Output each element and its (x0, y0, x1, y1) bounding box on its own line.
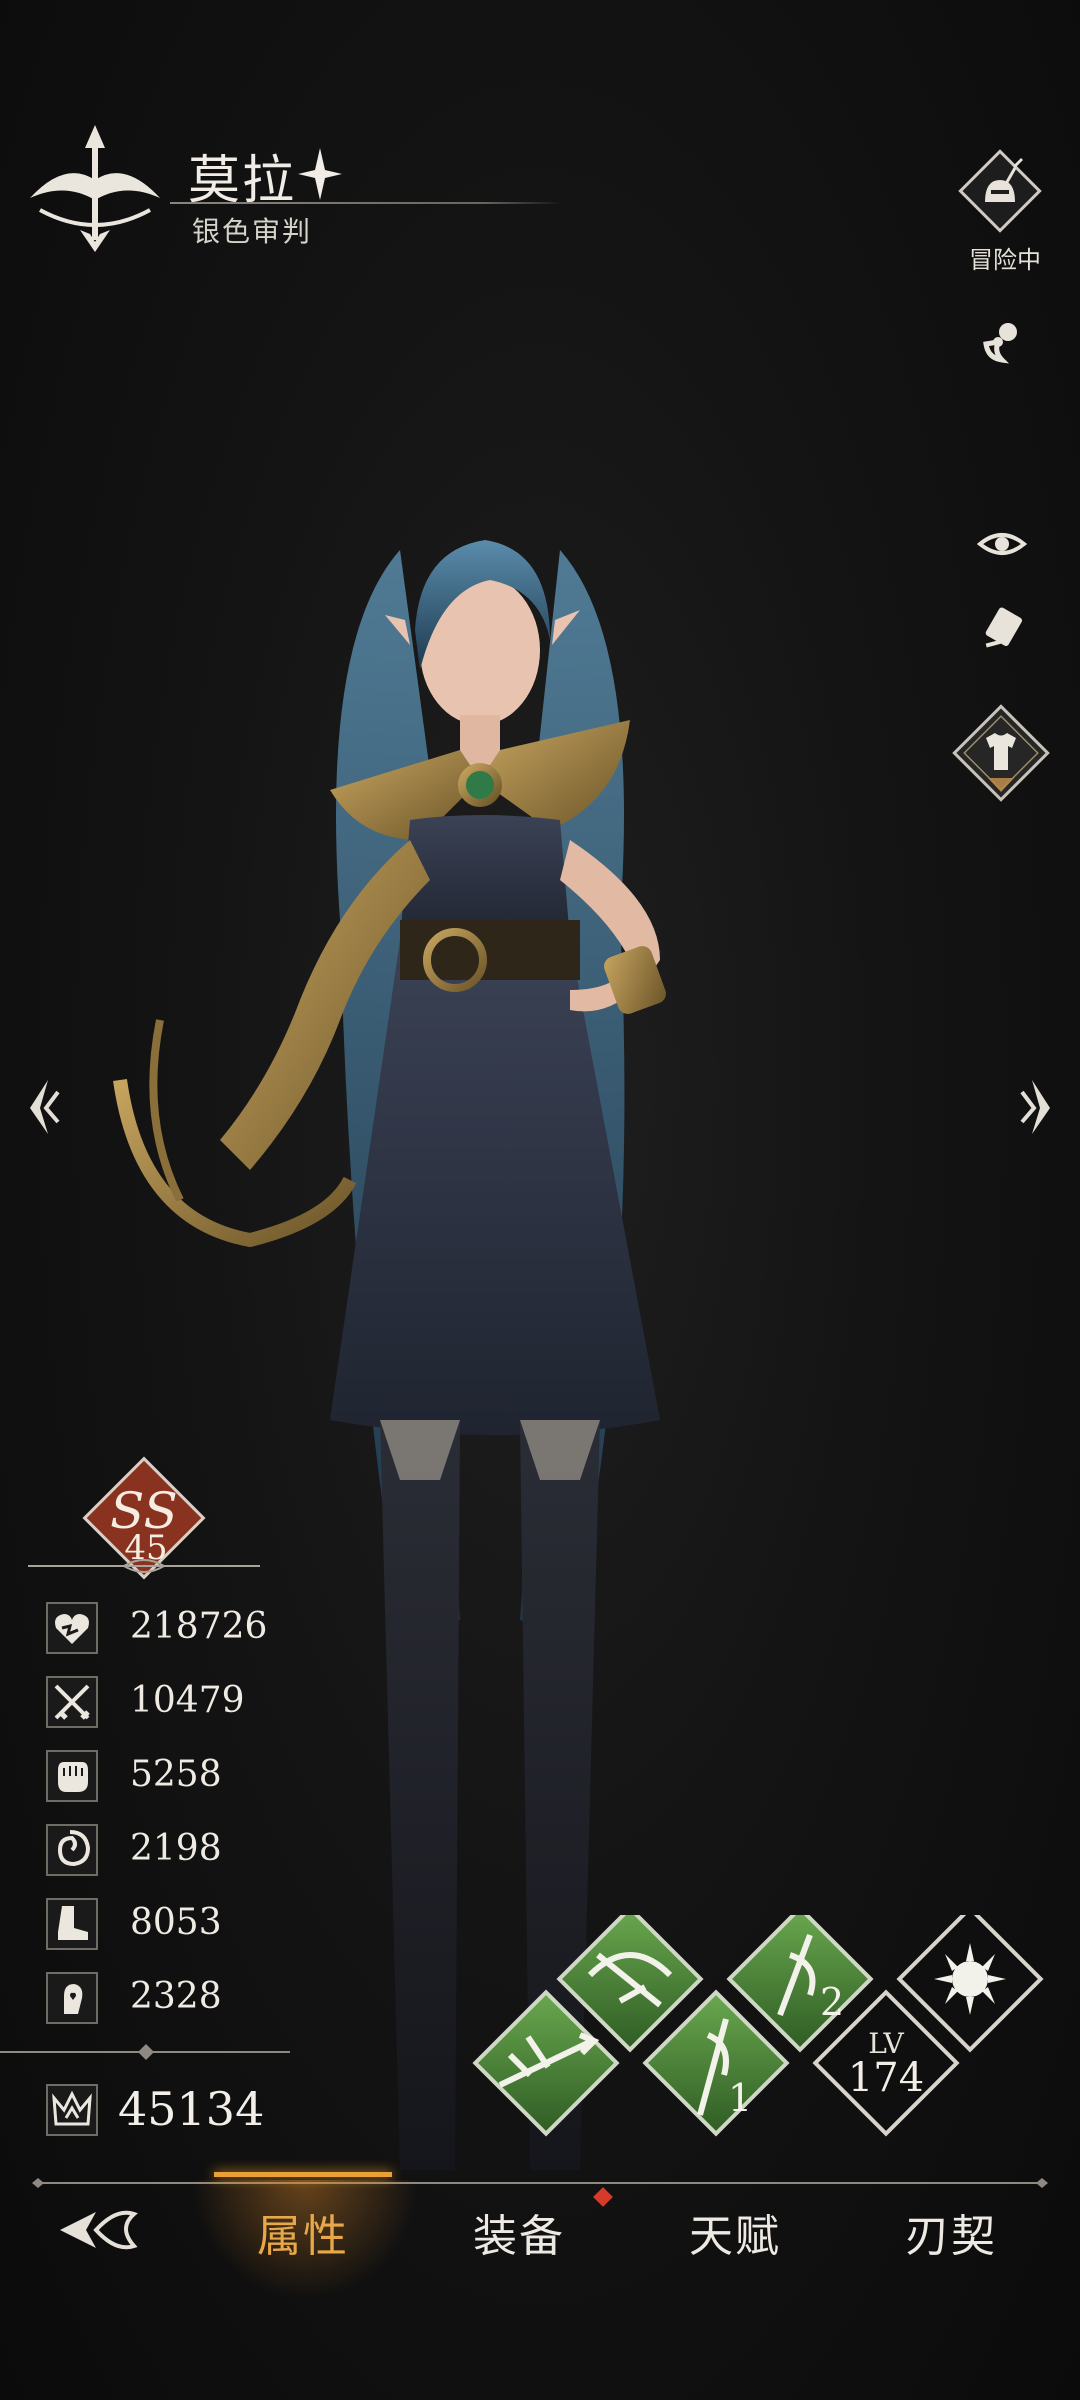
grade-ornament (28, 1559, 260, 1573)
tab-blade-pact[interactable]: 刃契 (862, 2200, 1040, 2270)
stat-row-hp: 218726 (46, 1598, 366, 1658)
power-divider (0, 2044, 290, 2060)
pacifier-icon[interactable] (972, 312, 1032, 372)
bottom-nav-divider (32, 2178, 1048, 2188)
hand-heart-icon (46, 1972, 98, 2024)
star-icon (298, 148, 342, 200)
stat-value: 218726 (130, 1606, 268, 1647)
stat-row-heal: 2328 (46, 1968, 366, 2028)
next-character-arrow-icon[interactable] (1012, 1072, 1062, 1142)
stat-row-defense: 5258 (46, 1746, 366, 1806)
tab-talent[interactable]: 天赋 (646, 2200, 824, 2270)
card-icon[interactable] (972, 598, 1032, 658)
stat-value: 5258 (130, 1754, 222, 1795)
level-value: 174 (848, 2055, 924, 2101)
eye-icon[interactable] (972, 514, 1032, 574)
fist-icon (46, 1750, 98, 1802)
tab-equipment[interactable]: 装备 (430, 2200, 608, 2270)
stat-value: 2198 (130, 1828, 222, 1869)
boot-icon (46, 1898, 98, 1950)
combat-power-value: 45134 (118, 2082, 265, 2136)
adventure-status-label: 冒险中 (969, 246, 1041, 274)
heart-icon (46, 1602, 98, 1654)
swirl-icon (46, 1824, 98, 1876)
adventure-status-button[interactable] (955, 146, 1045, 236)
stat-row-swirl: 2198 (46, 1820, 366, 1880)
stat-row-speed: 8053 (46, 1894, 366, 1954)
name-underline (170, 202, 562, 204)
tab-attributes[interactable]: 属性 (214, 2200, 392, 2270)
back-button[interactable] (56, 2198, 140, 2262)
stat-value: 10479 (130, 1680, 245, 1721)
active-tab-indicator (214, 2172, 392, 2177)
stat-row-attack: 10479 (46, 1672, 366, 1732)
character-title: 银色审判 (192, 215, 313, 248)
stat-value: 8053 (130, 1902, 222, 1943)
outfit-button[interactable] (948, 700, 1054, 806)
stat-value: 2328 (130, 1976, 222, 2017)
back-emblem-icon (60, 2210, 138, 2250)
skills-panel: 2 1 LV 174 (472, 1915, 1044, 2137)
svg-text:1: 1 (728, 2076, 752, 2120)
crossed-swords-icon (46, 1676, 98, 1728)
crown-icon (46, 2084, 98, 2136)
class-emblem-bow-icon (30, 125, 160, 252)
previous-character-arrow-icon[interactable] (18, 1072, 68, 1142)
svg-text:2: 2 (820, 1980, 844, 2024)
